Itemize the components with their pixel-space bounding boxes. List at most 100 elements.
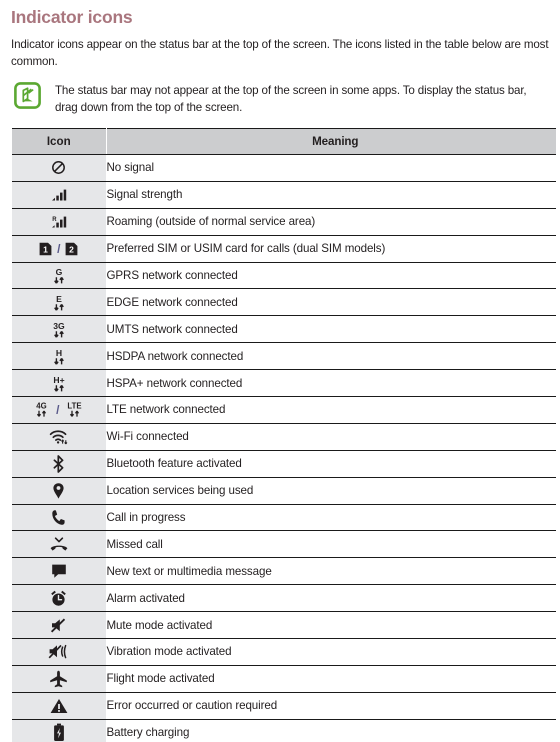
sim-separator: / bbox=[57, 241, 61, 256]
icon-cell: R bbox=[12, 207, 107, 236]
meaning-cell: Battery charging bbox=[106, 718, 556, 742]
lte-label: LTE bbox=[68, 402, 82, 411]
table-row: Location services being used bbox=[12, 476, 556, 505]
icon-cell bbox=[12, 718, 107, 742]
lte-network-icon: LTE bbox=[64, 400, 85, 419]
meaning-cell: Signal strength bbox=[106, 180, 556, 209]
table-row: Missed call bbox=[12, 530, 556, 559]
svg-text:R: R bbox=[52, 217, 57, 223]
meaning-cell: Error occurred or caution required bbox=[106, 691, 556, 720]
icon-cell bbox=[12, 664, 107, 693]
meaning-cell: Mute mode activated bbox=[106, 611, 556, 640]
table-row: 4G / LTE LTE network connected bbox=[12, 396, 556, 424]
meaning-cell: HSPA+ network connected bbox=[106, 369, 556, 398]
warning-triangle-icon bbox=[50, 698, 68, 714]
call-in-progress-icon bbox=[51, 509, 66, 526]
umts-3g-network-icon: 3G bbox=[49, 320, 69, 339]
meaning-cell: Location services being used bbox=[106, 476, 556, 505]
table-row: H+ HSPA+ network connected bbox=[12, 369, 556, 398]
meaning-cell: Preferred SIM or USIM card for calls (du… bbox=[106, 234, 556, 263]
table-row: Wi-Fi connected bbox=[12, 422, 556, 451]
table-row: 1 / 2 Preferred SIM or USIM card for cal… bbox=[12, 234, 556, 263]
icon-cell bbox=[12, 611, 107, 640]
mute-icon bbox=[50, 617, 68, 634]
note-pencil-icon bbox=[14, 82, 41, 109]
table-row: Vibration mode activated bbox=[12, 638, 556, 666]
meaning-cell: New text or multimedia message bbox=[106, 557, 556, 586]
table-row: Alarm activated bbox=[12, 584, 556, 613]
note-text: The status bar may not appear at the top… bbox=[55, 84, 527, 114]
icon-cell: H+ bbox=[12, 369, 107, 398]
table-row: G GPRS network connected bbox=[12, 261, 556, 290]
icon-cell bbox=[12, 530, 107, 559]
hspa-plus-network-icon: H+ bbox=[49, 374, 69, 393]
roaming-icon: R bbox=[51, 215, 67, 229]
icon-cell bbox=[12, 691, 107, 720]
icon-cell: H bbox=[12, 342, 107, 371]
meaning-cell: Alarm activated bbox=[106, 584, 556, 613]
missed-call-icon bbox=[49, 536, 69, 552]
icon-cell bbox=[12, 449, 107, 478]
icon-cell: 3G bbox=[12, 315, 107, 344]
table-row: New text or multimedia message bbox=[12, 557, 556, 586]
edge-network-icon: E bbox=[50, 293, 68, 312]
icon-cell bbox=[12, 503, 107, 532]
indicator-icons-table: Icon Meaning No signal Signal strength R… bbox=[12, 128, 556, 742]
note-callout: The status bar may not appear at the top… bbox=[14, 81, 550, 116]
icon-cell bbox=[12, 154, 107, 182]
hsdpa-label: H bbox=[56, 348, 62, 358]
icon-cell bbox=[12, 557, 107, 586]
bluetooth-icon bbox=[52, 454, 65, 473]
table-row: Call in progress bbox=[12, 503, 556, 532]
no-signal-icon bbox=[51, 160, 66, 175]
flight-mode-icon bbox=[49, 670, 68, 688]
battery-charging-icon bbox=[53, 723, 65, 742]
table-row: H HSDPA network connected bbox=[12, 342, 556, 371]
meaning-cell: UMTS network connected bbox=[106, 315, 556, 344]
sim-card-2-icon: 2 bbox=[65, 242, 78, 256]
meaning-cell: Bluetooth feature activated bbox=[106, 449, 556, 478]
vibration-icon bbox=[48, 643, 69, 660]
svg-text:2: 2 bbox=[70, 244, 75, 254]
icon-cell: E bbox=[12, 288, 107, 317]
table-row: Signal strength bbox=[12, 180, 556, 209]
umts-label: 3G bbox=[53, 321, 65, 331]
edge-label: E bbox=[56, 294, 62, 304]
meaning-cell: Missed call bbox=[106, 530, 556, 559]
table-header-row: Icon Meaning bbox=[12, 128, 556, 155]
message-bubble-icon bbox=[51, 563, 67, 579]
table-row: Error occurred or caution required bbox=[12, 691, 556, 720]
icon-cell: G bbox=[12, 261, 107, 290]
table-row: E EDGE network connected bbox=[12, 288, 556, 317]
alarm-clock-icon bbox=[50, 590, 67, 607]
lte-4g-label: 4G bbox=[36, 402, 46, 411]
icon-cell bbox=[12, 422, 107, 451]
meaning-cell: EDGE network connected bbox=[106, 288, 556, 317]
icon-cell bbox=[12, 476, 107, 505]
column-header-icon: Icon bbox=[12, 128, 107, 155]
column-header-meaning: Meaning bbox=[106, 128, 556, 155]
hspa-plus-label: H+ bbox=[53, 375, 64, 385]
icon-cell: 4G / LTE bbox=[12, 396, 107, 424]
meaning-cell: LTE network connected bbox=[106, 396, 556, 424]
icon-cell bbox=[12, 638, 107, 666]
sim-card-1-icon: 1 bbox=[39, 242, 52, 256]
icon-cell bbox=[12, 180, 107, 209]
lte-4g-network-icon: 4G bbox=[32, 400, 51, 419]
table-row: 3G UMTS network connected bbox=[12, 315, 556, 344]
meaning-cell: GPRS network connected bbox=[106, 261, 556, 290]
table-row: Battery charging bbox=[12, 718, 556, 742]
gprs-network-icon: G bbox=[50, 266, 68, 285]
icon-cell bbox=[12, 584, 107, 613]
svg-text:1: 1 bbox=[43, 244, 48, 254]
table-row: Bluetooth feature activated bbox=[12, 449, 556, 478]
meaning-cell: Vibration mode activated bbox=[106, 638, 556, 666]
gprs-label: G bbox=[55, 267, 62, 277]
table-row: Flight mode activated bbox=[12, 664, 556, 693]
table-row: Mute mode activated bbox=[12, 611, 556, 640]
meaning-cell: HSDPA network connected bbox=[106, 342, 556, 371]
wifi-connected-icon bbox=[49, 429, 69, 445]
hsdpa-network-icon: H bbox=[50, 347, 68, 366]
table-row: R Roaming (outside of normal service are… bbox=[12, 207, 556, 236]
page-title: Indicator icons bbox=[11, 7, 133, 27]
